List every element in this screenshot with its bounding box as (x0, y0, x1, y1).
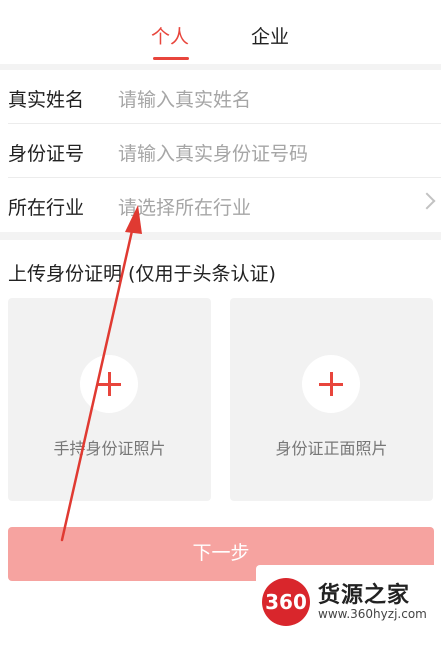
watermark-name: 货源之家 (318, 583, 411, 608)
name-input[interactable]: 请输入真实姓名 (118, 85, 251, 112)
name-label: 真实姓名 (8, 89, 85, 111)
tab-personal[interactable]: 个人 (151, 22, 189, 49)
id-number-input[interactable]: 请输入真实身份证号码 (118, 139, 308, 166)
watermark-logo: 360 (262, 578, 310, 626)
chevron-right-icon (418, 192, 436, 210)
name-field-row[interactable]: 真实姓名 请输入真实姓名 (0, 70, 441, 124)
divider (0, 232, 441, 240)
upload-card-label: 手持身份证照片 (53, 439, 166, 458)
upload-section-title: 上传身份证明 (仅用于头条认证) (8, 263, 276, 285)
plus-icon (80, 355, 138, 413)
watermark-url: www.360hyzj.com (318, 607, 427, 621)
plus-icon (302, 355, 360, 413)
tab-bar: 个人 企业 (0, 0, 441, 64)
industry-select[interactable]: 请选择所在行业 (118, 193, 251, 220)
upload-card-label: 身份证正面照片 (275, 439, 388, 458)
industry-select-row[interactable]: 所在行业 请选择所在行业 (0, 178, 441, 232)
id-number-field-row[interactable]: 身份证号 请输入真实身份证号码 (0, 124, 441, 178)
upload-id-front-photo[interactable]: 身份证正面照片 (230, 298, 433, 501)
active-tab-indicator (153, 57, 189, 60)
watermark: 360 货源之家 www.360hyzj.com (256, 565, 441, 631)
tab-company[interactable]: 企业 (251, 22, 289, 49)
upload-handheld-id-photo[interactable]: 手持身份证照片 (8, 298, 211, 501)
id-number-label: 身份证号 (8, 143, 85, 165)
industry-label: 所在行业 (8, 197, 85, 219)
